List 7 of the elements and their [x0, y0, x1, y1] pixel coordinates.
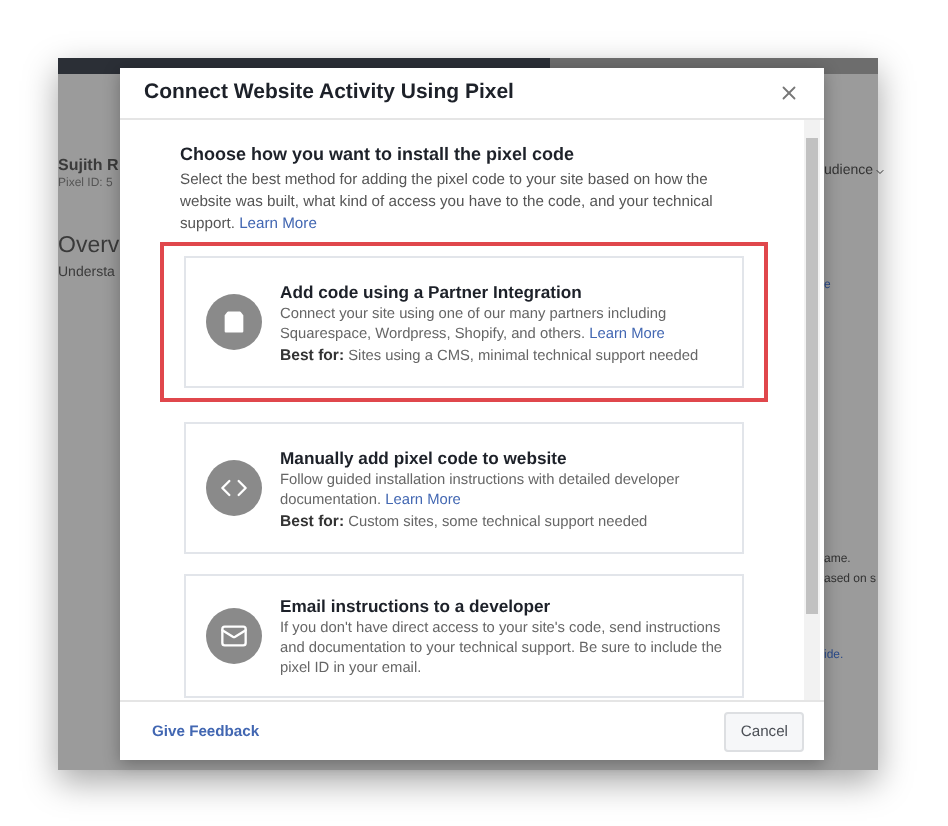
dialog-title: Connect Website Activity Using Pixel	[144, 77, 514, 108]
account-name: Sujith R	[58, 156, 120, 176]
option-title: Manually add pixel code to website	[280, 445, 569, 469]
option-title: Email instructions to a developer	[280, 594, 553, 618]
option-title: Add code using a Partner Integration	[280, 279, 584, 303]
page-heading: Overv	[58, 232, 120, 262]
section-heading: Choose how you want to install the pixel code	[180, 144, 577, 166]
